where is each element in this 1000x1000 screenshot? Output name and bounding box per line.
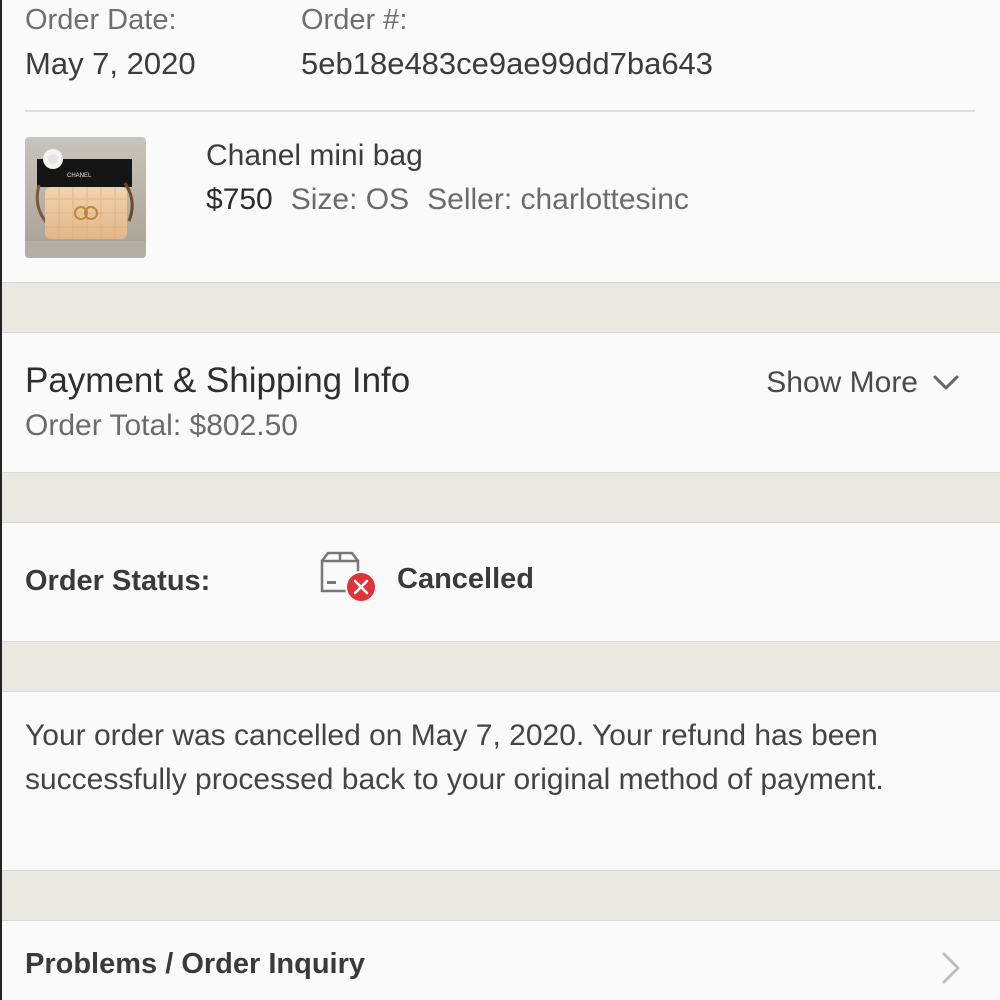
problems-order-inquiry-row[interactable]: Problems / Order Inquiry bbox=[0, 921, 1000, 1000]
order-date-value: May 7, 2020 bbox=[25, 46, 196, 81]
cancellation-message-section: Your order was cancelled on May 7, 2020.… bbox=[0, 692, 1000, 870]
order-details-screen: Order Date: May 7, 2020 Order #: 5eb18e4… bbox=[0, 0, 1000, 1000]
order-total: Order Total: $802.50 bbox=[25, 409, 298, 442]
divider bbox=[25, 110, 975, 112]
show-more-button[interactable]: Show More bbox=[766, 366, 960, 400]
item-thumbnail[interactable]: CHANEL bbox=[25, 137, 146, 258]
section-separator bbox=[0, 870, 1000, 921]
show-more-label: Show More bbox=[766, 366, 918, 399]
screen-edge bbox=[0, 0, 2, 1000]
item-details: $750 Size: OS Seller: charlottesinc bbox=[206, 183, 689, 217]
payment-shipping-title: Payment & Shipping Info bbox=[25, 361, 411, 400]
item-seller[interactable]: Seller: charlottesinc bbox=[427, 183, 689, 216]
chevron-right-icon bbox=[942, 952, 960, 984]
section-separator bbox=[0, 641, 1000, 692]
order-summary-card: Order Date: May 7, 2020 Order #: 5eb18e4… bbox=[0, 0, 1000, 282]
item-price: $750 bbox=[206, 183, 273, 216]
item-name[interactable]: Chanel mini bag bbox=[206, 139, 423, 173]
item-size: Size: OS bbox=[290, 183, 410, 216]
order-status-section: Order Status: Cancelled bbox=[0, 523, 1000, 641]
box-brand-text: CHANEL bbox=[67, 173, 92, 179]
payment-shipping-section: Payment & Shipping Info Order Total: $80… bbox=[0, 333, 1000, 471]
problems-order-inquiry-label: Problems / Order Inquiry bbox=[25, 948, 366, 980]
cancellation-message: Your order was cancelled on May 7, 2020.… bbox=[25, 719, 884, 796]
section-separator bbox=[0, 282, 1000, 333]
order-status-label: Order Status: bbox=[25, 565, 211, 597]
order-status-value: Cancelled bbox=[397, 563, 534, 595]
box-cancelled-icon bbox=[320, 551, 377, 603]
section-separator bbox=[0, 472, 1000, 523]
order-number-label: Order #: bbox=[301, 4, 408, 36]
order-date-label: Order Date: bbox=[25, 4, 177, 36]
bag-photo-image: CHANEL bbox=[25, 137, 146, 258]
order-number-value: 5eb18e483ce9ae99dd7ba643 bbox=[301, 46, 714, 81]
chevron-down-icon bbox=[933, 375, 959, 390]
